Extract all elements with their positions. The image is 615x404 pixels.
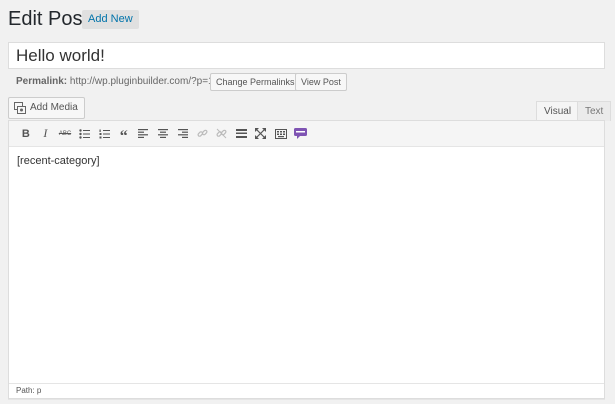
view-post-button[interactable]: View Post — [295, 73, 347, 91]
strikethrough-icon[interactable]: ABC — [55, 124, 75, 144]
permalink-row: Permalink: http://wp.pluginbuilder.com/?… — [16, 74, 214, 90]
change-permalinks-button[interactable]: Change Permalinks — [210, 73, 301, 91]
align-center-icon[interactable] — [153, 124, 173, 144]
unlink-icon[interactable] — [212, 124, 232, 144]
link-icon[interactable] — [192, 124, 212, 144]
add-media-button[interactable]: Add Media — [8, 97, 85, 119]
tab-visual[interactable]: Visual — [536, 101, 580, 121]
woo-shortcode-icon[interactable] — [290, 124, 310, 144]
permalink-label: Permalink: — [16, 76, 68, 87]
blockquote-icon[interactable]: “ — [114, 121, 134, 147]
tab-text[interactable]: Text — [577, 101, 612, 121]
align-left-icon[interactable] — [134, 124, 154, 144]
add-media-label: Add Media — [30, 102, 78, 113]
italic-icon[interactable]: I — [36, 124, 56, 144]
editor-toolbar: B I ABC “ — [9, 121, 604, 147]
add-new-button[interactable]: Add New — [82, 10, 139, 29]
align-right-icon[interactable] — [173, 124, 193, 144]
numbered-list-icon[interactable] — [94, 124, 114, 144]
kitchen-sink-icon[interactable] — [271, 124, 291, 144]
bold-icon[interactable]: B — [16, 124, 36, 144]
fullscreen-icon[interactable] — [251, 124, 271, 144]
permalink-url[interactable]: http://wp.pluginbuilder.com/?p=1 — [70, 76, 214, 87]
editor-footer-divider — [8, 399, 605, 404]
editor-content[interactable]: [recent-category] — [9, 147, 604, 175]
post-title-input[interactable]: Hello world! — [8, 42, 605, 69]
media-icon — [14, 102, 26, 114]
more-tag-icon[interactable] — [232, 124, 252, 144]
bullet-list-icon[interactable] — [75, 124, 95, 144]
editor-path: Path: p — [9, 383, 604, 398]
page-title: Edit Post — [8, 8, 89, 30]
post-editor: B I ABC “ [recent-category] Path: p — [8, 120, 605, 399]
